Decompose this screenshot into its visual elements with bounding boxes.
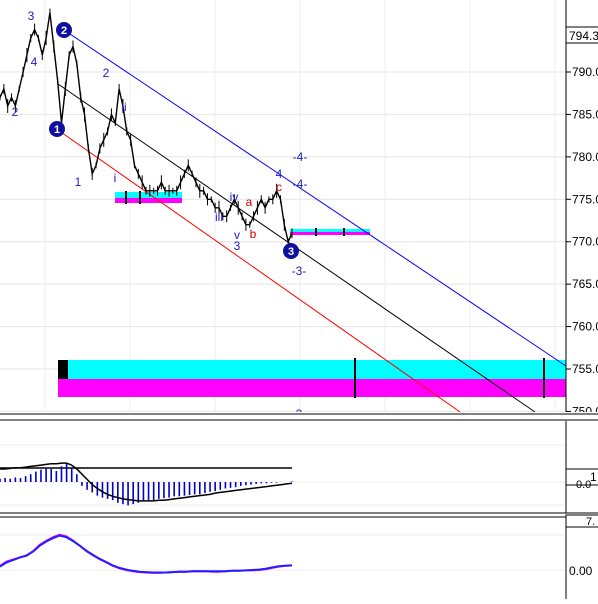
panel-separator-1 — [0, 412, 598, 420]
big-magenta-zone — [58, 379, 566, 397]
circled-text-3: 3 — [288, 246, 294, 258]
circled-text-2: 2 — [61, 25, 67, 37]
wave-label-iv: iv — [230, 190, 239, 204]
oscillator-bg — [0, 421, 566, 513]
small-cyan-zone-2 — [290, 229, 370, 232]
price-panel-bg — [0, 0, 566, 412]
wave-label-2: 2 — [103, 66, 110, 80]
price-panel: 1 2 3 3 4 2 1 2 ii i iv iii v 3 4 -4- -4… — [0, 0, 567, 421]
zone-black-marker — [58, 360, 68, 379]
price-tick-label: 765.0 — [572, 277, 598, 291]
wave-label-minus3: -3- — [292, 264, 307, 278]
chart-canvas: 1 2 3 3 4 2 1 2 ii i iv iii v 3 4 -4- -4… — [0, 0, 598, 599]
oscillator-panel: 1 0.0 — [0, 421, 598, 513]
price-axis: 790.0 785.0 780.0 775.0 770.0 765.0 760.0 755.0… — [565, 0, 598, 418]
price-tick-label: 785.0 — [572, 107, 598, 121]
wave-label-4: 4 — [276, 167, 283, 181]
price-tick-label: 780.0 — [572, 150, 598, 164]
price-tick-label: 760.0 — [572, 320, 598, 334]
momentum-panel: 7. 0.00 — [0, 514, 598, 599]
wave-label-1: 1 — [75, 175, 82, 189]
wave-label-i: i — [114, 171, 117, 185]
wave-label-c: c — [276, 180, 282, 194]
chart-root: 1 2 3 3 4 2 1 2 ii i iv iii v 3 4 -4- -4… — [0, 0, 598, 599]
mom-top-label: 7. — [586, 516, 595, 528]
wave-label-a: a — [246, 195, 253, 209]
wave-label-3: 3 — [234, 239, 241, 253]
momentum-bg — [0, 518, 566, 599]
wave-label-minus4-upper: -4- — [293, 150, 308, 164]
circled-label-1: 1 — [49, 121, 65, 137]
wave-label-ii: ii — [121, 100, 126, 114]
circled-text-1: 1 — [54, 124, 60, 136]
price-tick-label: 790.0 — [572, 65, 598, 79]
last-price-label: 794.3 — [569, 29, 598, 43]
mom-zero-label: 0.00 — [569, 564, 593, 578]
wave-label-iii: iii — [215, 210, 223, 224]
circled-label-3: 3 — [283, 243, 299, 259]
price-tick-label: 775.0 — [572, 192, 598, 206]
price-tick-label: 755.0 — [572, 362, 598, 376]
circled-label-2: 2 — [56, 22, 72, 38]
wave-label-4-top: 4 — [31, 55, 38, 69]
price-tick-label: 770.0 — [572, 235, 598, 249]
osc-zero-label: 0.0 — [576, 479, 591, 491]
small-magenta-zone-2 — [290, 232, 370, 235]
wave-label-3-top: 3 — [28, 9, 35, 23]
big-cyan-zone — [58, 360, 566, 379]
wave-label-b: b — [250, 227, 257, 241]
wave-label-2-left: 2 — [12, 105, 19, 119]
wave-label-minus4-lower: -4- — [293, 177, 308, 191]
